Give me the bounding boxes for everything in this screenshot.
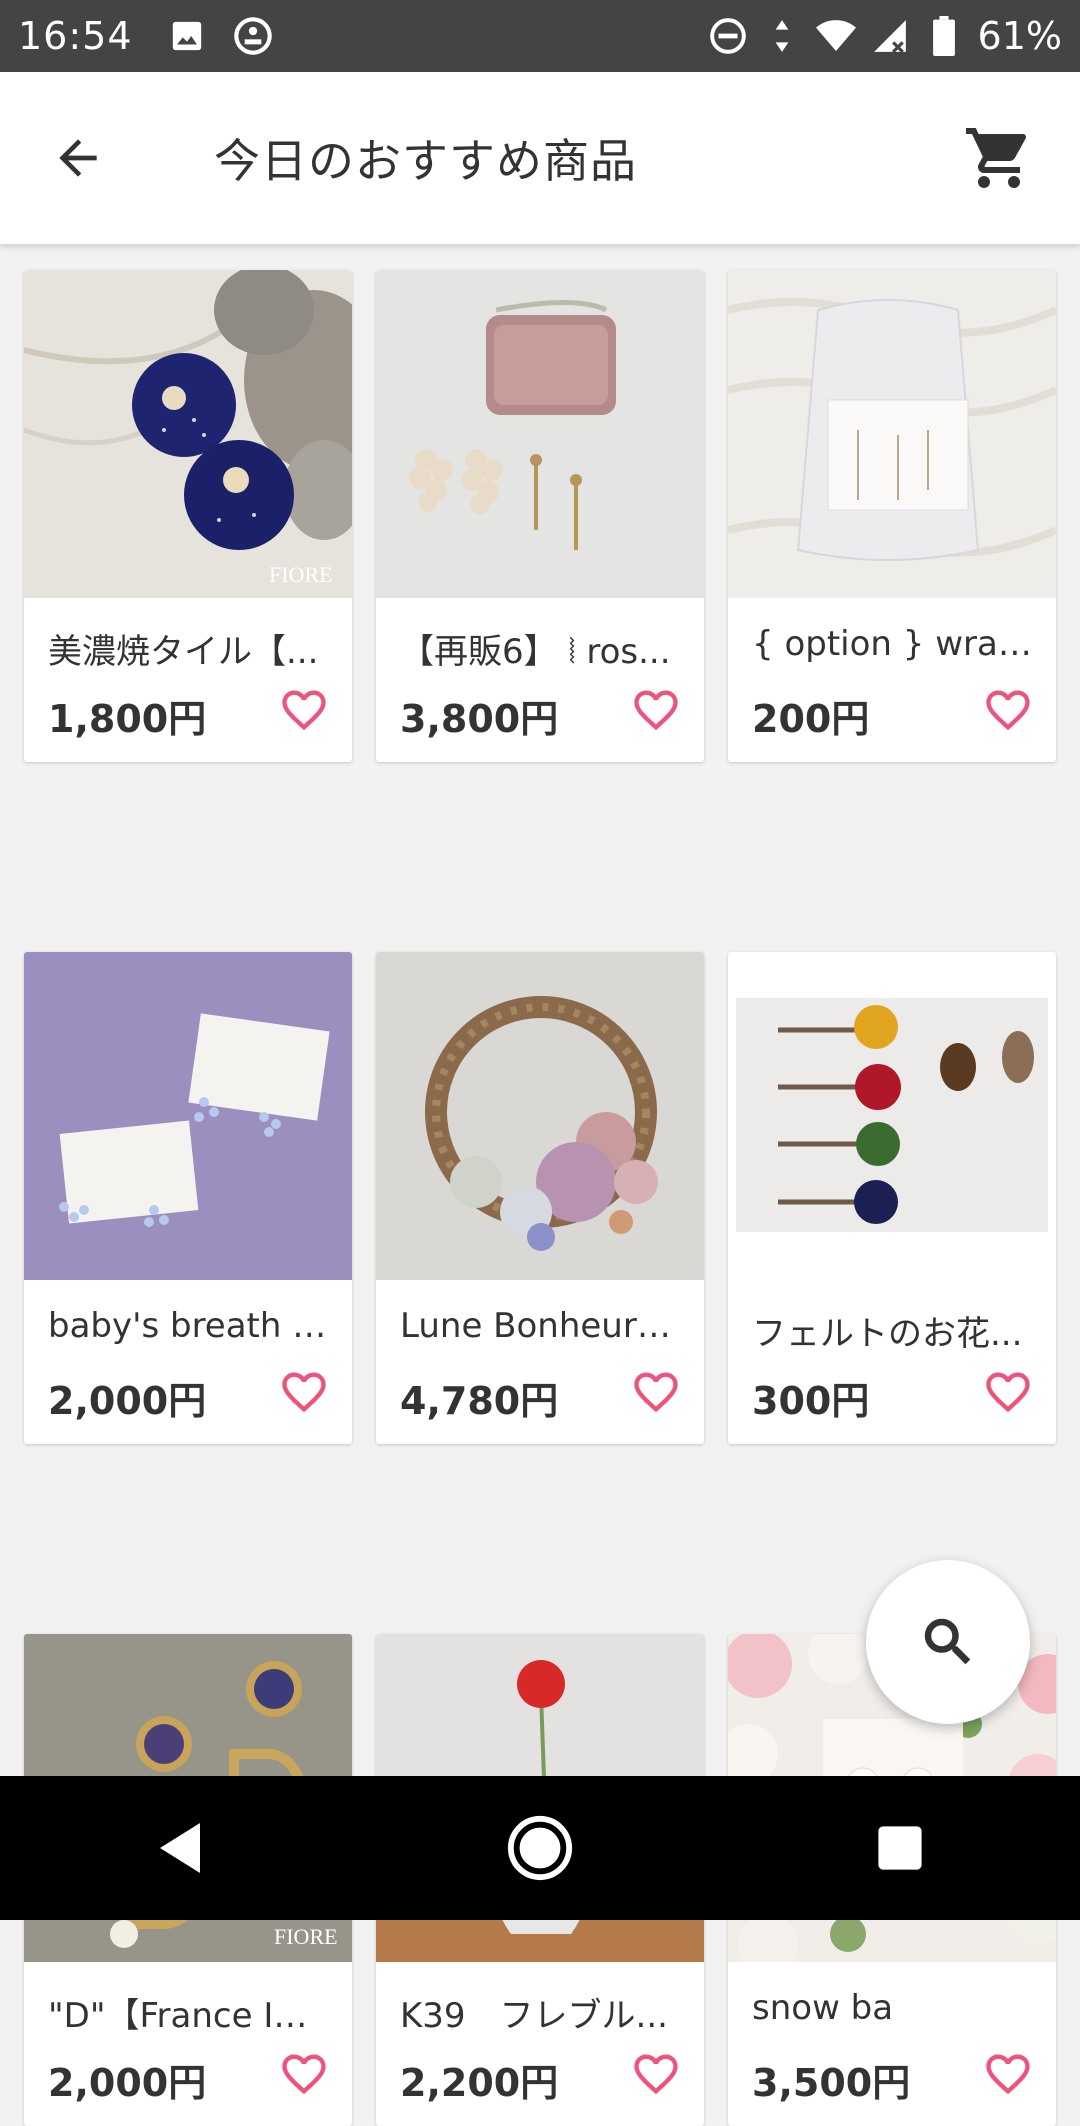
product-image xyxy=(728,952,1056,1280)
nav-back-icon xyxy=(160,1823,200,1873)
nav-recents-button[interactable] xyxy=(850,1798,950,1898)
product-image: FIORE xyxy=(24,270,352,598)
image-icon xyxy=(167,16,207,56)
cart-button[interactable] xyxy=(954,113,1044,203)
app-bar: 今日のおすすめ商品 xyxy=(0,72,1080,244)
product-card[interactable]: フェルトのお花... 300円 xyxy=(728,952,1056,1444)
product-name: { option } wrap... xyxy=(752,624,1032,664)
search-icon xyxy=(924,1618,971,1665)
product-name: 美濃焼タイル【... xyxy=(48,632,319,672)
product-price: 4,780円 xyxy=(400,1379,559,1423)
data-arrows-icon xyxy=(762,16,802,56)
battery-icon xyxy=(924,16,964,56)
battery-percent: 61% xyxy=(977,14,1062,58)
status-bar: 16:54 61% xyxy=(0,0,1080,72)
product-card[interactable]: Lune Bonheur L... 4,780円 xyxy=(376,952,704,1444)
product-price: 3,800円 xyxy=(400,697,559,741)
product-card[interactable]: 【再販6】 ⦚ ros... 3,800円 xyxy=(376,270,704,762)
heart-icon[interactable] xyxy=(982,1366,1034,1418)
back-button[interactable] xyxy=(38,118,118,198)
heart-icon[interactable] xyxy=(630,1366,682,1418)
heart-icon[interactable] xyxy=(630,2048,682,2100)
page-title: 今日のおすすめ商品 xyxy=(214,134,637,188)
wifi-icon xyxy=(815,16,856,56)
heart-icon[interactable] xyxy=(630,684,682,736)
product-name: baby's breath pi... xyxy=(48,1306,328,1346)
arrow-back-icon xyxy=(59,139,97,177)
system-nav-bar xyxy=(0,1776,1080,1920)
product-image xyxy=(376,952,704,1280)
nav-back-button[interactable] xyxy=(130,1798,230,1898)
product-price: 2,000円 xyxy=(48,1379,207,1423)
nav-home-icon xyxy=(507,1815,573,1881)
heart-icon[interactable] xyxy=(278,684,330,736)
product-image xyxy=(376,270,704,598)
product-card[interactable]: FIORE 美濃焼タイル【... 1,800円 xyxy=(24,270,352,762)
product-image xyxy=(728,270,1056,598)
product-price: 300円 xyxy=(752,1379,870,1423)
heart-icon[interactable] xyxy=(278,2048,330,2100)
product-card[interactable]: { option } wrap... 200円 xyxy=(728,270,1056,762)
product-card[interactable]: baby's breath pi... 2,000円 xyxy=(24,952,352,1444)
heart-icon[interactable] xyxy=(278,1366,330,1418)
signal-icon xyxy=(870,16,910,56)
product-name: 【再販6】 ⦚ ros... xyxy=(400,632,671,672)
nav-home-button[interactable] xyxy=(490,1798,590,1898)
heart-icon[interactable] xyxy=(982,2048,1034,2100)
fiore-watermark: FIORE xyxy=(274,1924,338,1949)
product-name: "D"【France Im... xyxy=(48,1996,328,2036)
product-price: 200円 xyxy=(752,697,870,741)
product-price: 2,200円 xyxy=(400,2061,559,2105)
cart-icon xyxy=(966,128,1027,188)
product-price: 1,800円 xyxy=(48,697,207,741)
search-fab[interactable] xyxy=(866,1560,1030,1724)
product-name: K39 フレブル... xyxy=(400,1996,668,2036)
product-name: フェルトのお花... xyxy=(752,1314,1023,1354)
download-icon xyxy=(233,16,273,56)
nav-recents-icon xyxy=(878,1826,922,1870)
fiore-watermark: FIORE xyxy=(269,562,333,587)
status-time: 16:54 xyxy=(18,14,133,58)
product-name: Lune Bonheur L... xyxy=(400,1306,680,1346)
product-price: 3,500円 xyxy=(752,2061,911,2105)
product-image xyxy=(24,952,352,1280)
product-name: snow ba xyxy=(752,1988,894,2028)
product-price: 2,000円 xyxy=(48,2061,207,2105)
do-not-disturb-icon xyxy=(708,16,748,56)
heart-icon[interactable] xyxy=(982,684,1034,736)
